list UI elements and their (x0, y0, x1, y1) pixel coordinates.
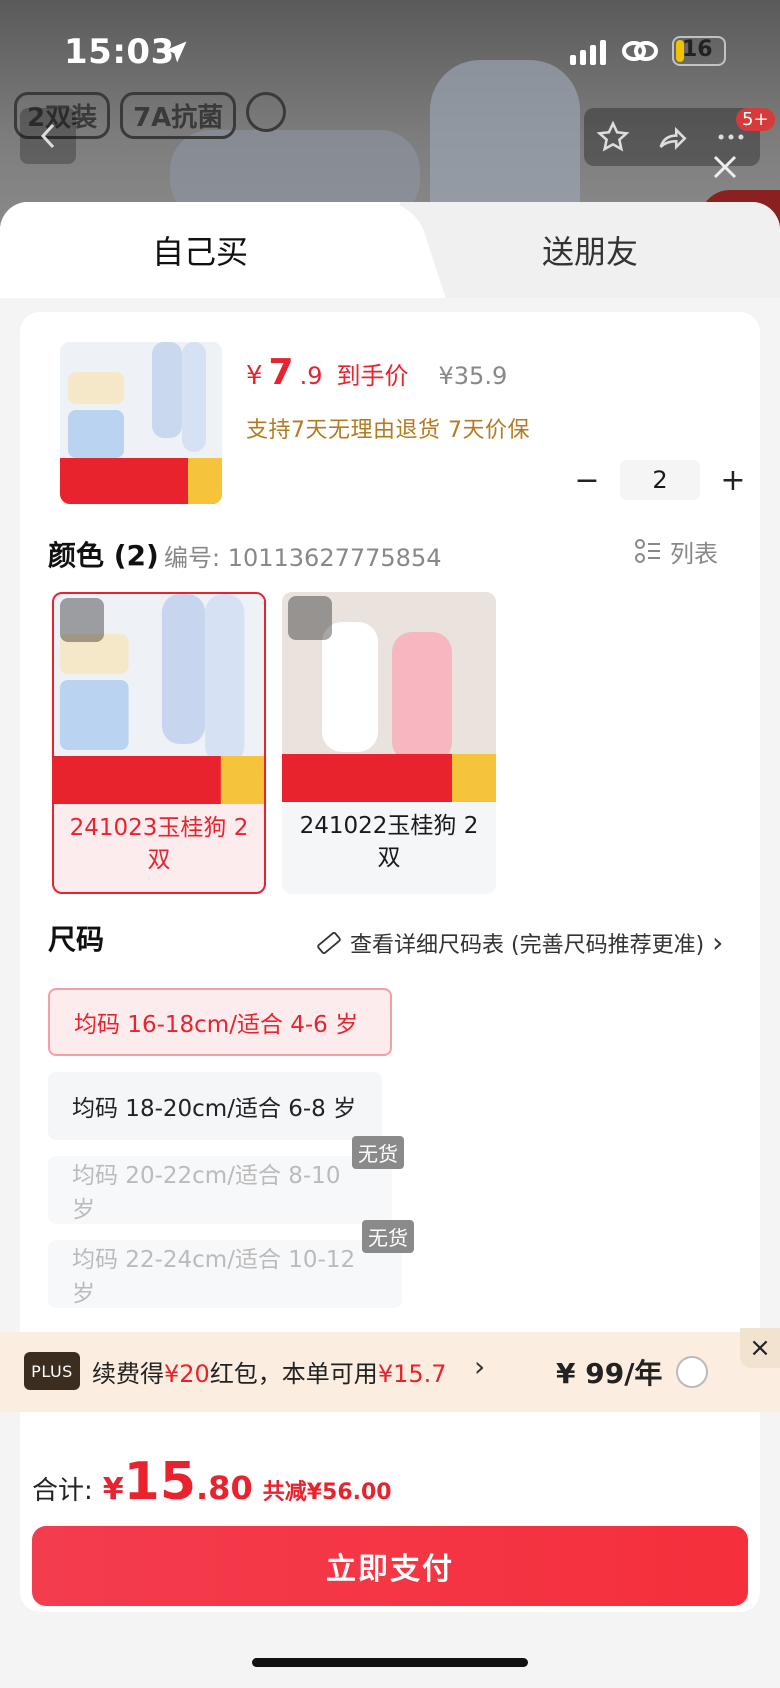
purchase-tabs: 自己买 送朋友 (0, 202, 780, 298)
size-option[interactable]: 均码 16-18cm/适合 4-6 岁 (48, 988, 392, 1056)
color-section-title: 颜色 (2) (48, 539, 159, 572)
product-image[interactable] (60, 342, 222, 504)
sku-card: ¥ 7 .9 到手价 ¥35.9 支持7天无理由退货 7天价保 − 2 + 颜色… (20, 312, 760, 1612)
plus-text-d: ¥15.7 (377, 1360, 447, 1388)
price-symbol: ¥ (246, 361, 263, 391)
size-option[interactable]: 均码 22-24cm/适合 10-12 岁 (48, 1240, 402, 1308)
color-option[interactable]: 241023玉桂狗 2双 (52, 592, 266, 894)
list-icon (635, 538, 660, 563)
battery-level: 16 (682, 37, 713, 62)
color-option-label: 241022玉桂狗 2双 (299, 813, 479, 871)
expand-icon[interactable] (288, 596, 332, 640)
tab-gift[interactable]: 送朋友 (400, 202, 780, 298)
link-icon (622, 41, 658, 61)
status-bar: 15:03 16 (0, 0, 780, 100)
out-of-stock-badge: 无货 (362, 1220, 414, 1253)
price-decimal: .9 (299, 362, 323, 390)
back-button[interactable] (20, 108, 76, 164)
cellular-signal-icon (570, 40, 606, 65)
quantity-stepper: − 2 + (572, 460, 748, 500)
size-option[interactable]: 均码 18-20cm/适合 6-8 岁 (48, 1072, 382, 1140)
location-arrow-icon (165, 41, 187, 63)
price-label: 到手价 (336, 362, 409, 390)
size-section-title: 尺码 (48, 923, 105, 956)
plus-membership-banner[interactable]: PLUS 续费得¥20红包，本单可用¥15.7 › ¥ 99/年 × (0, 1328, 780, 1412)
size-chart-link[interactable]: 查看详细尺码表 (完善尺码推荐更准) › (316, 926, 723, 959)
pay-now-button[interactable]: 立即支付 (32, 1526, 748, 1606)
total-integer: 15 (123, 1452, 197, 1512)
star-icon[interactable] (596, 120, 630, 154)
chevron-right-icon: › (474, 1350, 486, 1383)
close-icon[interactable] (710, 152, 740, 182)
chevron-right-icon: › (712, 926, 724, 959)
plus-text-a: 续费得 (92, 1360, 164, 1388)
list-view-label: 列表 (670, 540, 718, 568)
tab-self-buy-label: 自己买 (151, 233, 248, 271)
brand-logo-icon (246, 92, 287, 132)
out-of-stock-badge: 无货 (352, 1136, 404, 1169)
color-option-label: 241023玉桂狗 2双 (69, 815, 249, 873)
tab-self-buy[interactable]: 自己买 (0, 202, 400, 298)
expand-icon[interactable] (60, 598, 104, 642)
ruler-icon (317, 931, 341, 954)
increase-button[interactable]: + (718, 463, 748, 498)
size-option[interactable]: 均码 20-22cm/适合 8-10 岁 (48, 1156, 392, 1224)
product-thumbnail-icon (60, 342, 222, 504)
quantity-value[interactable]: 2 (620, 460, 700, 500)
product-code: 编号: 10113627775854 (164, 544, 442, 572)
status-time: 15:03 (64, 32, 175, 72)
product-tag: 7A抗菌 (120, 92, 237, 139)
size-chart-label: 查看详细尺码表 (完善尺码推荐更准) (350, 932, 705, 958)
plus-radio[interactable] (676, 1356, 708, 1388)
home-indicator (252, 1658, 528, 1667)
notification-badge: 5+ (736, 108, 775, 131)
total-symbol: ¥ (102, 1472, 124, 1507)
chevron-left-icon (40, 123, 55, 149)
order-total: 合计: ¥ 15 .80 共减¥56.00 (32, 1452, 392, 1512)
total-label: 合计: (32, 1476, 93, 1506)
total-decimal: .80 (196, 1469, 253, 1507)
plus-close-button[interactable]: × (740, 1328, 780, 1368)
decrease-button[interactable]: − (572, 463, 602, 498)
share-icon[interactable] (655, 120, 689, 154)
plus-price: ¥ 99/年 (556, 1357, 663, 1390)
plus-offer-text: 续费得¥20红包，本单可用¥15.7 (92, 1354, 447, 1389)
price-row: ¥ 7 .9 到手价 ¥35.9 (246, 352, 507, 393)
color-option[interactable]: 241022玉桂狗 2双 (282, 592, 496, 894)
price-integer: 7 (268, 352, 294, 393)
list-view-toggle[interactable]: 列表 (634, 534, 718, 569)
total-reduction: 共减¥56.00 (262, 1480, 392, 1505)
plus-text-b: ¥20 (164, 1360, 210, 1388)
plus-badge: PLUS (24, 1352, 80, 1390)
battery-icon: 16 (672, 36, 726, 66)
return-policy: 支持7天无理由退货 7天价保 (246, 418, 530, 443)
original-price: ¥35.9 (438, 362, 508, 390)
plus-text-c: 红包，本单可用 (209, 1360, 378, 1388)
